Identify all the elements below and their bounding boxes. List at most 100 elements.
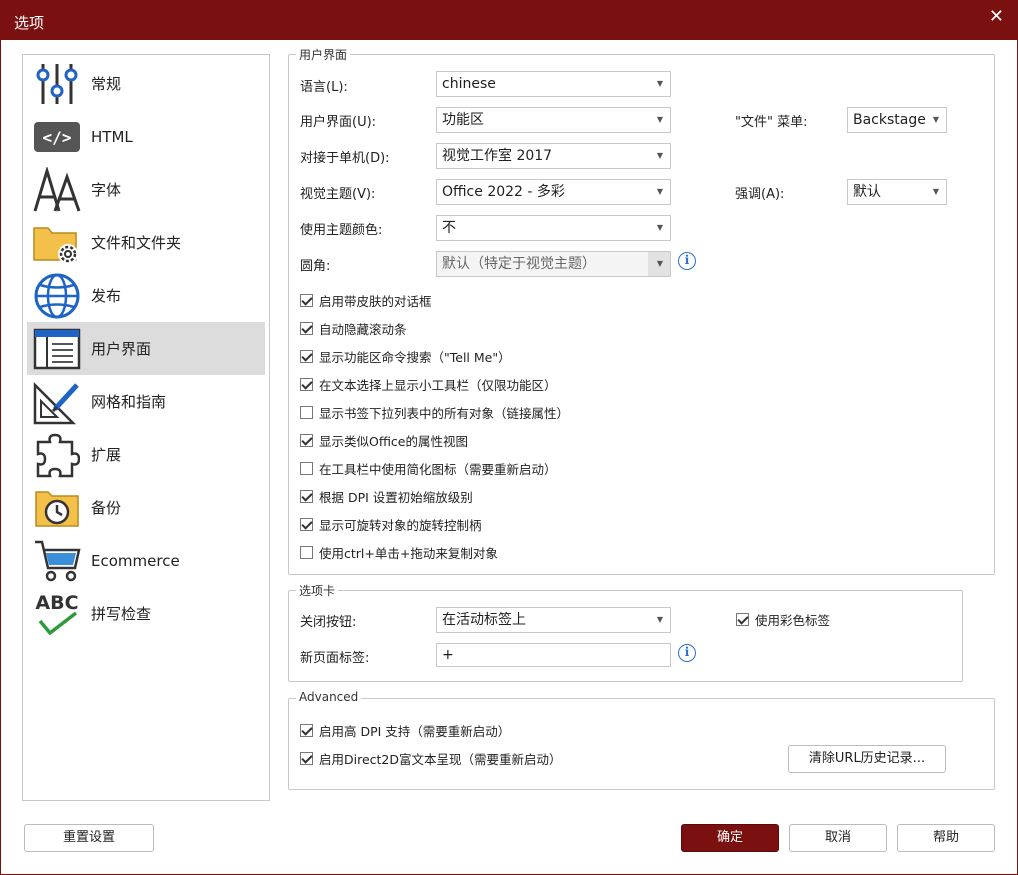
file-menu-label: "文件" 菜单:: [735, 115, 808, 130]
language-select[interactable]: chinese ▼: [436, 71, 671, 97]
checkbox-box[interactable]: [300, 293, 313, 307]
ui-mode-select[interactable]: 功能区 ▼: [436, 107, 671, 133]
group-title: Advanced: [296, 690, 362, 704]
folder-gear-icon: [31, 218, 83, 268]
checkbox-row[interactable]: 启用Direct2D富文本呈现（需要重新启动）: [300, 749, 562, 767]
sidebar-item-label: 字体: [91, 181, 122, 199]
theme-select-value: Office 2022 - 多彩: [442, 184, 565, 200]
close-button-select[interactable]: 在活动标签上 ▼: [436, 607, 671, 633]
svg-text:ABC: ABC: [35, 592, 78, 614]
file-menu-select[interactable]: Backstage ▼: [847, 107, 947, 133]
ok-button[interactable]: 确定: [681, 824, 779, 852]
tabs-group: 选项卡: [288, 582, 963, 682]
checkbox-row[interactable]: 使用ctrl+单击+拖动来复制对象: [300, 543, 498, 561]
sidebar-item-label: 扩展: [91, 446, 122, 464]
accent-select[interactable]: 默认 ▼: [847, 179, 947, 205]
checkbox-row[interactable]: 显示类似Office的属性视图: [300, 431, 468, 449]
checkbox-label: 根据 DPI 设置初始缩放级别: [319, 489, 473, 505]
theme-color-label: 使用主题颜色:: [300, 223, 383, 238]
accent-select-value: 默认: [853, 184, 881, 200]
sidebar: 常规 </> HTML 字体 文件和文件夹 发布 用户界面 网格和指南 扩展 备…: [22, 54, 270, 801]
backup-clock-icon: [31, 483, 83, 533]
checkbox-box[interactable]: [300, 405, 313, 419]
new-tab-label: 新页面标签:: [300, 651, 370, 666]
chevron-down-icon: ▼: [656, 259, 663, 268]
group-title: 选项卡: [296, 582, 339, 599]
checkbox-box[interactable]: [300, 545, 313, 559]
sidebar-item-publish[interactable]: 发布: [27, 269, 265, 322]
dock-select[interactable]: 视觉工作室 2017 ▼: [436, 143, 671, 169]
checkbox-box[interactable]: [300, 349, 313, 363]
sidebar-item-fonts[interactable]: 字体: [27, 163, 265, 216]
sidebar-item-grid-guides[interactable]: 网格和指南: [27, 375, 265, 428]
ruler-pencil-icon: [31, 377, 83, 427]
checkbox-box[interactable]: [300, 751, 313, 765]
chevron-down-icon: ▼: [932, 115, 939, 124]
checkbox-label: 启用Direct2D富文本呈现（需要重新启动）: [319, 751, 562, 767]
sidebar-item-files-folders[interactable]: 文件和文件夹: [27, 216, 265, 269]
puzzle-icon: [31, 430, 83, 480]
dock-select-value: 视觉工作室 2017: [442, 148, 553, 164]
theme-color-select[interactable]: 不 ▼: [436, 215, 671, 241]
dock-label: 对接于单机(D):: [300, 151, 390, 166]
sidebar-item-label: 发布: [91, 287, 122, 305]
checkbox-row[interactable]: 显示可旋转对象的旋转控制柄: [300, 515, 482, 533]
cart-icon: [31, 536, 83, 586]
sidebar-item-label: 用户界面: [91, 340, 152, 358]
sidebar-item-backup[interactable]: 备份: [27, 481, 265, 534]
checkbox-label: 显示功能区命令搜索（"Tell Me"）: [319, 349, 511, 365]
sidebar-item-label: 文件和文件夹: [91, 234, 182, 252]
help-button[interactable]: 帮助: [897, 824, 995, 852]
theme-color-select-value: 不: [442, 220, 456, 236]
sidebar-item-user-interface[interactable]: 用户界面: [27, 322, 265, 375]
ui-mode-label: 用户界面(U):: [300, 115, 377, 130]
checkbox-box[interactable]: [300, 517, 313, 531]
chevron-down-icon: ▼: [656, 79, 663, 88]
checkbox-box[interactable]: [300, 723, 313, 737]
chevron-down-icon: ▼: [932, 187, 939, 196]
sidebar-item-extensions[interactable]: 扩展: [27, 428, 265, 481]
checkbox-box[interactable]: [736, 612, 749, 626]
chevron-down-icon: ▼: [656, 223, 663, 232]
checkbox-label: 自动隐藏滚动条: [319, 321, 407, 337]
checkbox-row[interactable]: 显示功能区命令搜索（"Tell Me"）: [300, 347, 511, 365]
svg-text:</>: </>: [43, 128, 72, 147]
clear-url-history-button[interactable]: 清除URL历史记录...: [788, 745, 946, 773]
checkbox-label: 启用带皮肤的对话框: [319, 293, 432, 309]
info-icon[interactable]: i: [678, 252, 696, 270]
checkbox-box[interactable]: [300, 321, 313, 335]
sidebar-item-label: HTML: [91, 127, 133, 146]
checkbox-row[interactable]: 在文本选择上显示小工具栏（仅限功能区）: [300, 375, 557, 393]
checkbox-box[interactable]: [300, 461, 313, 475]
cancel-button[interactable]: 取消: [789, 824, 887, 852]
theme-select[interactable]: Office 2022 - 多彩 ▼: [436, 179, 671, 205]
checkbox-box[interactable]: [300, 489, 313, 503]
corner-select: 默认（特定于视觉主题） ▼: [436, 251, 671, 277]
sidebar-item-general[interactable]: 常规: [27, 57, 265, 110]
checkbox-row[interactable]: 根据 DPI 设置初始缩放级别: [300, 487, 473, 505]
chevron-down-icon: ▼: [656, 151, 663, 160]
checkbox-label: 在文本选择上显示小工具栏（仅限功能区）: [319, 377, 557, 393]
checkbox-row[interactable]: 启用带皮肤的对话框: [300, 291, 432, 309]
close-button-select-value: 在活动标签上: [442, 612, 526, 628]
new-tab-input[interactable]: +: [436, 643, 671, 667]
color-tabs-checkbox[interactable]: 使用彩色标签: [736, 610, 830, 628]
checkbox-row[interactable]: 启用高 DPI 支持（需要重新启动）: [300, 721, 510, 739]
checkbox-label: 显示可旋转对象的旋转控制柄: [319, 517, 482, 533]
info-icon[interactable]: i: [678, 644, 696, 662]
sidebar-item-ecommerce[interactable]: Ecommerce: [27, 534, 265, 587]
reset-settings-button[interactable]: 重置设置: [24, 824, 154, 852]
file-menu-select-value: Backstage: [853, 112, 926, 128]
sidebar-item-spellcheck[interactable]: ABC 拼写检查: [27, 587, 265, 640]
checkbox-row[interactable]: 显示书签下拉列表中的所有对象（链接属性）: [300, 403, 569, 421]
checkbox-row[interactable]: 在工具栏中使用简化图标（需要重新启动）: [300, 459, 557, 477]
checkbox-label: 使用ctrl+单击+拖动来复制对象: [319, 545, 498, 561]
code-icon: </>: [31, 112, 83, 162]
sidebar-item-label: 常规: [91, 75, 122, 93]
sidebar-item-html[interactable]: </> HTML: [27, 110, 265, 163]
checkbox-box[interactable]: [300, 377, 313, 391]
globe-icon: [31, 271, 83, 321]
close-icon[interactable]: ✕: [989, 6, 1004, 27]
checkbox-row[interactable]: 自动隐藏滚动条: [300, 319, 407, 337]
checkbox-box[interactable]: [300, 433, 313, 447]
